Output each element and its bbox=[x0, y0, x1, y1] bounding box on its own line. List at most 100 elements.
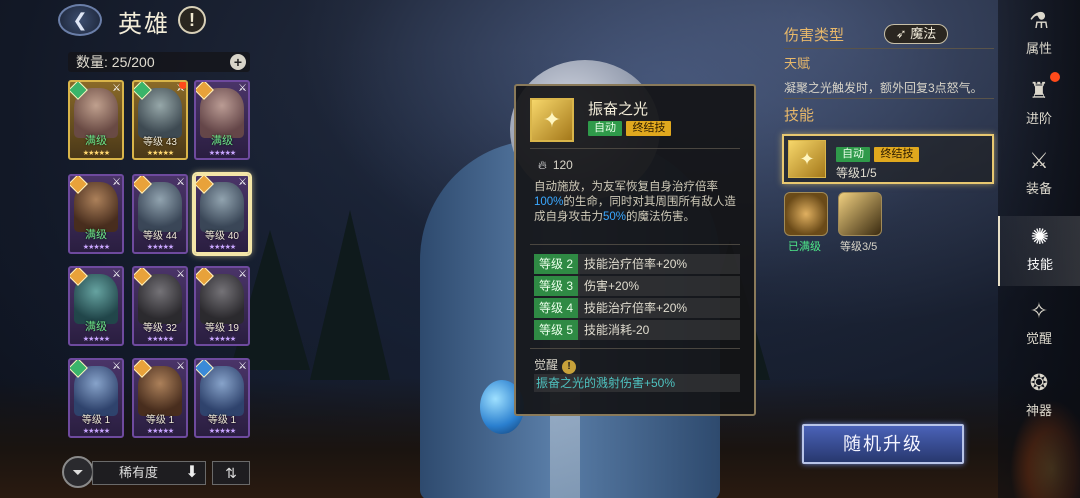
level-badge: 等级 5 bbox=[534, 320, 579, 340]
class-icon: ⚔ bbox=[112, 269, 121, 280]
skill-cost: 🔥︎ 120 bbox=[538, 158, 573, 173]
magic-icon: ➶ bbox=[895, 26, 911, 41]
class-icon: ⚔ bbox=[112, 177, 121, 188]
class-icon: ⚔ bbox=[112, 361, 121, 372]
attributes-icon: ⚗ bbox=[1029, 8, 1049, 33]
level-badge: 等级 2 bbox=[534, 254, 579, 274]
star-rating: ★★★★★ bbox=[82, 336, 110, 343]
awaken-icon: ✧ bbox=[1029, 298, 1049, 323]
equipment-icon: ⚔ bbox=[1029, 148, 1049, 173]
star-rating: ★★★★★ bbox=[146, 428, 174, 435]
divider bbox=[784, 98, 994, 99]
hero-count-label: 数量: 25/200 bbox=[76, 54, 155, 70]
nav-label: 属性 bbox=[1025, 41, 1052, 56]
hero-card[interactable]: ⚔ 等级 19 ★★★★★ bbox=[194, 266, 250, 346]
desc-highlight: 100% bbox=[534, 196, 564, 208]
random-upgrade-button[interactable]: 随机升级 bbox=[802, 424, 964, 464]
star-rating: ★★★★★ bbox=[82, 244, 110, 251]
tag-ultimate: 终结技 bbox=[874, 147, 920, 162]
skill-level: 等级1/5 bbox=[836, 166, 877, 180]
class-icon: ⚔ bbox=[176, 361, 185, 372]
level-effect: 技能消耗-20 bbox=[584, 323, 650, 337]
class-icon: ⚔ bbox=[112, 83, 121, 94]
nav-label: 觉醒 bbox=[1025, 331, 1052, 346]
tag-ultimate: 终结技 bbox=[626, 121, 672, 136]
class-icon: ⚔ bbox=[238, 83, 247, 94]
ultimate-skill-slot[interactable]: ✦ 自动 终结技 等级1/5 bbox=[782, 134, 994, 184]
hero-level: 满级 bbox=[85, 321, 107, 333]
hero-level: 等级 40 bbox=[205, 231, 239, 242]
hero-level: 满级 bbox=[85, 229, 107, 241]
passive-skill-1-icon[interactable] bbox=[784, 192, 828, 236]
skill-tags: 自动 终结技 bbox=[588, 118, 672, 136]
filter-button[interactable]: ⏷ bbox=[62, 456, 94, 488]
hero-card[interactable]: ⚔ 满级 ★★★★★ bbox=[68, 266, 124, 346]
add-slot-button[interactable]: + bbox=[230, 54, 246, 70]
tag-auto: 自动 bbox=[836, 147, 870, 162]
damage-type-label: 伤害类型 bbox=[784, 27, 845, 44]
background-tree bbox=[310, 210, 390, 380]
nav-tab-artifact[interactable]: ❂ 神器 bbox=[998, 362, 1080, 432]
star-rating: ★★★★★ bbox=[208, 244, 236, 251]
level-row: 等级 4 技能治疗倍率+20% bbox=[534, 298, 740, 318]
notification-dot bbox=[179, 82, 186, 89]
desc-part: 的魔法伤害。 bbox=[626, 211, 696, 223]
talent-text: 凝聚之光触发时，额外回复3点怒气。 bbox=[784, 81, 983, 95]
nav-tab-skill[interactable]: ✺ 技能 bbox=[998, 216, 1080, 286]
hero-card[interactable]: ⚔ 等级 1 ★★★★★ bbox=[68, 358, 124, 438]
page-title: 英雄 bbox=[118, 11, 170, 38]
awaken-header: 觉醒! bbox=[534, 356, 577, 374]
star-rating: ★★★★★ bbox=[208, 428, 236, 435]
sort-toggle-button[interactable]: ⇅ bbox=[212, 461, 250, 485]
awaken-label: 觉醒 bbox=[534, 358, 559, 372]
desc-part: 自动施放，为友军恢复自身治疗倍率 bbox=[534, 181, 718, 193]
class-icon: ⚔ bbox=[238, 177, 247, 188]
back-arrow-icon: ❮ bbox=[72, 9, 88, 30]
hero-level: 等级 1 bbox=[145, 415, 175, 426]
artifact-icon: ❂ bbox=[1029, 370, 1049, 395]
skill-tooltip: ✦ 振奋之光 自动 终结技 🔥︎ 120 自动施放，为友军恢复自身治疗倍率 100%… bbox=[514, 84, 756, 416]
advance-icon: ♜ bbox=[1029, 78, 1049, 103]
star-rating: ★★★★★ bbox=[146, 336, 174, 343]
hero-level: 等级 32 bbox=[143, 323, 177, 334]
nav-label: 进阶 bbox=[1025, 111, 1052, 126]
back-button[interactable]: ❮ bbox=[58, 4, 102, 36]
passive-skill-2-icon[interactable] bbox=[838, 192, 882, 236]
class-icon: ⚔ bbox=[176, 269, 185, 280]
hero-card[interactable]: ⚔ 满级 ★★★★★ bbox=[194, 80, 250, 160]
hero-card[interactable]: ⚔ 等级 40 ★★★★★ bbox=[194, 174, 250, 254]
rage-icon: 🔥︎ bbox=[538, 158, 547, 172]
divider bbox=[530, 148, 740, 149]
level-badge: 等级 4 bbox=[534, 298, 579, 318]
hero-card[interactable]: ⚔ 满级 ★★★★★ bbox=[68, 174, 124, 254]
level-badge: 等级 3 bbox=[534, 276, 579, 296]
star-rating: ★★★★★ bbox=[208, 336, 236, 343]
class-icon: ⚔ bbox=[238, 269, 247, 280]
skill-light-icon: ✦ bbox=[788, 140, 826, 178]
divider bbox=[530, 348, 740, 349]
info-icon[interactable]: ! bbox=[178, 6, 206, 34]
level-list: 等级 2 技能治疗倍率+20% 等级 3 伤害+20% 等级 4 技能治疗倍率+20%… bbox=[534, 254, 740, 342]
hero-card[interactable]: ⚔ 满级 ★★★★★ bbox=[68, 80, 124, 160]
skill-description: 自动施放，为友军恢复自身治疗倍率100%的生命，同时对其周围所有敌人造成自身攻击… bbox=[534, 180, 742, 225]
damage-type-value: 魔法 bbox=[910, 26, 937, 41]
hero-level: 等级 1 bbox=[207, 415, 237, 426]
skill-icon: ✺ bbox=[1030, 224, 1050, 249]
divider bbox=[784, 48, 994, 49]
hero-card[interactable]: ⚔ 等级 1 ★★★★★ bbox=[132, 358, 188, 438]
tag-auto: 自动 bbox=[588, 121, 622, 136]
nav-tab-awaken[interactable]: ✧ 觉醒 bbox=[998, 290, 1080, 360]
hero-card[interactable]: ⚔等级 43★★★★★ bbox=[132, 80, 188, 160]
passive-skill-2-caption: 等级3/5 bbox=[840, 241, 878, 253]
hero-card[interactable]: ⚔ 等级 44 ★★★★★ bbox=[132, 174, 188, 254]
nav-tab-equipment[interactable]: ⚔ 装备 bbox=[998, 140, 1080, 210]
divider bbox=[530, 244, 740, 245]
nav-tab-advance[interactable]: ♜ 进阶 bbox=[998, 70, 1080, 140]
nav-label: 技能 bbox=[1026, 257, 1053, 272]
hero-count-bar: 数量: 25/200 + bbox=[68, 52, 250, 72]
nav-tab-attributes[interactable]: ⚗ 属性 bbox=[998, 0, 1080, 70]
hero-card[interactable]: ⚔ 等级 1 ★★★★★ bbox=[194, 358, 250, 438]
hero-card[interactable]: ⚔ 等级 32 ★★★★★ bbox=[132, 266, 188, 346]
sort-direction-icon[interactable]: ⬇ bbox=[180, 461, 204, 485]
level-row: 等级 5 技能消耗-20 bbox=[534, 320, 740, 340]
